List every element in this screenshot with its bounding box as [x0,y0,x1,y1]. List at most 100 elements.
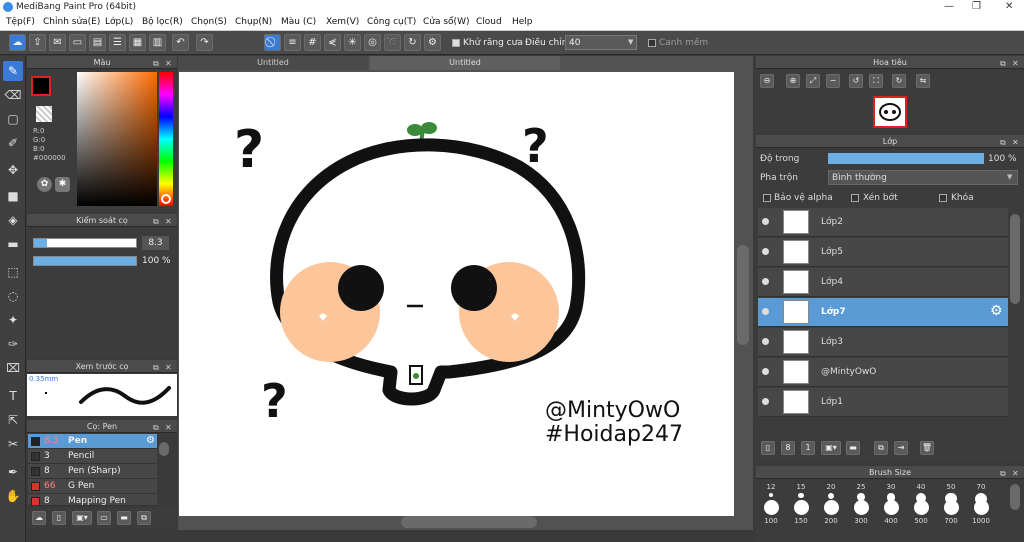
visibility-icon[interactable] [762,248,769,255]
settings-gear-icon[interactable]: ⚙ [424,34,441,51]
brush-item-pencil[interactable]: 3 Pencil [28,449,157,464]
dot-brush-tool-icon[interactable]: ✐ [3,133,23,153]
brush-size-slider[interactable] [33,238,137,248]
palette-icon[interactable]: ✿ [37,177,52,192]
redo-icon[interactable]: ↷ [196,34,213,51]
brush-size-scrollbar[interactable] [1010,484,1020,510]
navigator-thumbnail[interactable] [873,96,907,128]
canvas-horizontal-scrollbar[interactable] [401,516,537,528]
float-icon[interactable]: ⧉ [153,361,159,374]
visibility-icon[interactable] [762,338,769,345]
menu-select[interactable]: Chọn(S) [191,17,227,27]
document-icon[interactable]: ▤ [89,34,106,51]
undo-icon[interactable]: ↶ [172,34,189,51]
brush-tool-icon[interactable]: ✎ [3,61,23,81]
radial-snap-icon[interactable]: ✳ [344,34,361,51]
blend-mode-select[interactable]: Bình thường ▼ [828,170,1018,185]
menu-tools[interactable]: Công cụ(T) [367,17,416,27]
gear-icon[interactable]: ⚙ [990,303,1003,319]
menu-capture[interactable]: Chụp(N) [235,17,272,27]
gear-icon[interactable]: ⚙ [146,435,155,446]
close-icon[interactable]: ✕ [165,215,172,228]
trash-icon[interactable]: 🗑 [920,441,934,455]
visibility-icon[interactable] [762,278,769,285]
hue-slider[interactable] [159,72,173,206]
close-icon[interactable]: ✕ [165,57,172,70]
layer-list-scrollbar[interactable] [1010,214,1020,304]
select-eraser-icon[interactable]: ⌧ [3,358,23,378]
close-icon[interactable]: ✕ [1012,467,1019,480]
share-icon[interactable]: ⇪ [29,34,46,51]
brush-size-preset[interactable]: 1000 [967,498,995,525]
rotate-snap-icon[interactable]: ↻ [404,34,421,51]
folder-icon[interactable]: ▬ [117,511,131,525]
eraser-tool-icon[interactable]: ⌫ [3,85,23,105]
foreground-color-swatch[interactable] [31,76,51,96]
snap-off-icon[interactable]: ⃠ [264,34,281,51]
menu-cloud[interactable]: Cloud [476,17,502,27]
brush-item-mapping-pen[interactable]: 8 Mapping Pen [28,494,157,506]
new-layer-1bit-icon[interactable]: 1 [801,441,815,455]
brush-size-preset[interactable]: 400 [877,498,905,525]
close-icon[interactable]: ✕ [165,421,172,434]
saturation-value-picker[interactable] [77,72,157,206]
brush-size-preset[interactable]: 100 [757,498,785,525]
copy-brush-icon[interactable]: ▭ [97,511,111,525]
close-icon[interactable]: ✕ [1012,136,1019,149]
adjust-select[interactable]: 40 ▼ [565,35,637,50]
gradient-tool-icon[interactable]: ▬ [3,234,23,254]
hand-tool-icon[interactable]: ✋ [3,486,23,506]
float-icon[interactable]: ⧉ [153,215,159,228]
zoom-minus-icon[interactable]: − [826,74,840,88]
menu-layer[interactable]: Lớp(L) [105,17,133,27]
flip-icon[interactable]: ⇋ [916,74,930,88]
background-color-swatch[interactable] [36,106,52,122]
chat-icon[interactable]: ▭ [69,34,86,51]
vanishing-snap-icon[interactable]: ⋞ [324,34,341,51]
magic-wand-icon[interactable]: ✦ [3,310,23,330]
layer-row[interactable]: Lớp1 [758,388,1008,417]
antialias-checkbox[interactable] [452,39,460,47]
parallel-snap-icon[interactable]: ≡ [284,34,301,51]
operation-tool-icon[interactable]: ⇱ [3,410,23,430]
brush-size-value[interactable]: 8.3 [142,236,169,250]
merge-layer-icon[interactable]: ⇥ [894,441,908,455]
new-layer-8bit-icon[interactable]: 8 [781,441,795,455]
brush-size-preset[interactable]: 150 [787,498,815,525]
brush-size-preset[interactable]: 700 [937,498,965,525]
bucket-tool-icon[interactable]: ◈ [3,210,23,230]
grid-icon[interactable]: ▦ [129,34,146,51]
visibility-icon[interactable] [762,368,769,375]
layer-row[interactable]: Lớp5 [758,238,1008,267]
brush-size-preset[interactable]: 300 [847,498,875,525]
cloud-icon[interactable]: ☁ [9,34,26,51]
zoom-in-icon[interactable]: ⊕ [786,74,800,88]
menu-view[interactable]: Xem(V) [326,17,359,27]
tab-untitled-2[interactable]: Untitled [370,56,560,70]
menu-window[interactable]: Cửa sổ(W) [423,17,469,27]
curve-snap-icon[interactable]: ➰ [384,34,401,51]
fullscreen-icon[interactable]: ⛶ [869,74,883,88]
float-icon[interactable]: ⧉ [153,421,159,434]
panel-icon[interactable]: ▥ [149,34,166,51]
rotate-left-icon[interactable]: ↺ [849,74,863,88]
canvas-paper[interactable]: ? ? ? @MintyOwO #Hoidap247 [179,72,734,516]
menu-filter[interactable]: Bộ lọc(R) [142,17,183,27]
fill-rect-tool-icon[interactable]: ■ [3,186,23,206]
lasso-tool-icon[interactable]: ◌ [3,286,23,306]
brush-list-scrollbar[interactable] [159,442,169,456]
float-icon[interactable]: ⧉ [1000,136,1006,149]
float-icon[interactable]: ⧉ [153,57,159,70]
restore-icon[interactable]: ❐ [972,1,981,12]
canvas-vertical-scrollbar[interactable] [737,245,749,345]
menu-file[interactable]: Tệp(F) [6,17,35,27]
text-tool-icon[interactable]: T [3,386,23,406]
move-tool-icon[interactable]: ✥ [3,160,23,180]
duplicate-icon[interactable]: ⧉ [137,511,151,525]
brush-item-pen[interactable]: 8.3 Pen ⚙ [28,434,157,449]
rotate-right-icon[interactable]: ↻ [892,74,906,88]
list-icon[interactable]: ☰ [109,34,126,51]
visibility-icon[interactable] [762,218,769,225]
menu-edit[interactable]: Chỉnh sửa(E) [43,17,100,27]
menu-help[interactable]: Help [512,17,533,27]
